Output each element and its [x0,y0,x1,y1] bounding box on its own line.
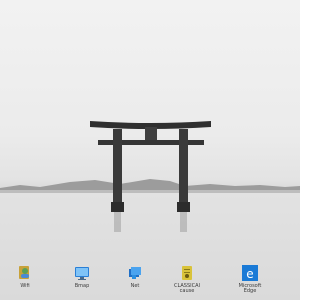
edge-browser-icon: e [242,265,258,281]
desktop-icon-user[interactable]: Wifi [5,264,45,298]
svg-text:e: e [246,267,253,281]
desktop-icon-folder[interactable]: CLASSICAI cause [167,264,207,298]
desktop-icon-edge[interactable]: e Microsoft Edge [230,264,270,298]
desktop-icon-label: CLASSICAI cause [173,283,201,294]
desktop-icon-label: Net [130,283,140,289]
desktop-icon-monitor[interactable]: Bmap [62,264,102,298]
desktop-icon-label: Microsoft Edge [238,283,262,294]
desktop-icon-network[interactable]: Net [115,264,155,298]
desktop[interactable]: Wifi Bmap Net CLASSICAI cause e Microsof… [0,0,300,300]
network-icon [129,267,141,279]
desktop-icon-label: Bmap [74,283,90,289]
folder-icon [182,266,192,280]
monitor-icon [75,267,89,280]
user-icon [19,266,29,279]
wallpaper-torii-gate [0,121,300,300]
desktop-icon-label: Wifi [20,283,30,289]
